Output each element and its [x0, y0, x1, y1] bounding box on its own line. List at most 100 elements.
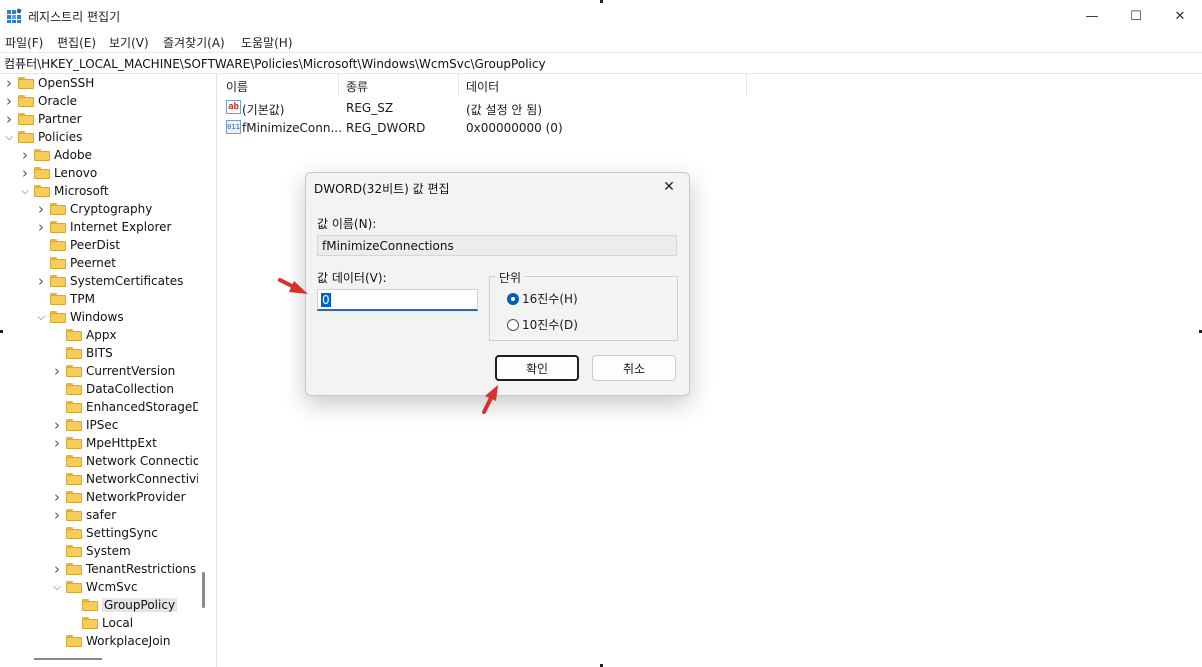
- tree-item[interactable]: › SystemCertificates: [36, 272, 183, 290]
- chevron-right-icon[interactable]: ›: [52, 506, 62, 524]
- folder-icon: [66, 401, 82, 413]
- tree-item[interactable]: Network Connection: [52, 452, 208, 470]
- tree-item[interactable]: ⌵ Windows: [36, 308, 123, 326]
- tree-item[interactable]: Appx: [52, 326, 117, 344]
- tree-item[interactable]: BITS: [52, 344, 113, 362]
- tree-item[interactable]: GroupPolicy: [68, 596, 178, 614]
- chevron-down-icon[interactable]: ⌵: [36, 308, 46, 326]
- menu-view[interactable]: 보기(V): [109, 34, 149, 51]
- tree-item-label: Peernet: [70, 256, 116, 270]
- value-data-input[interactable]: 0: [317, 289, 478, 311]
- tree-item[interactable]: ⌵ WcmSvc: [52, 578, 137, 596]
- folder-icon: [50, 275, 66, 287]
- tree-item[interactable]: WorkplaceJoin: [52, 632, 171, 650]
- folder-icon: [66, 437, 82, 449]
- tree-item[interactable]: Peernet: [36, 254, 116, 272]
- column-separator[interactable]: [458, 74, 459, 96]
- tree-item[interactable]: › MpeHttpExt: [52, 434, 157, 452]
- chevron-right-icon[interactable]: ›: [36, 218, 46, 236]
- tree-item[interactable]: › CurrentVersion: [52, 362, 175, 380]
- tree-item[interactable]: › Internet Explorer: [36, 218, 171, 236]
- chevron-right-icon[interactable]: ›: [52, 560, 62, 578]
- maximize-button[interactable]: ☐: [1114, 0, 1158, 32]
- tree-item[interactable]: › TenantRestrictions: [52, 560, 196, 578]
- address-bar[interactable]: 컴퓨터\HKEY_LOCAL_MACHINE\SOFTWARE\Policies…: [0, 52, 1202, 74]
- column-header-data[interactable]: 데이터: [466, 78, 499, 95]
- registry-editor-window: 레지스트리 편집기 — ☐ ✕ 파일(F) 편집(E) 보기(V) 즐겨찾기(A…: [0, 0, 1202, 667]
- chevron-down-icon[interactable]: ⌵: [52, 578, 62, 596]
- tree-item[interactable]: › NetworkProvider: [52, 488, 186, 506]
- tree-item[interactable]: System: [52, 542, 131, 560]
- folder-icon: [18, 95, 34, 107]
- menu-file[interactable]: 파일(F): [5, 34, 43, 51]
- folder-icon: [66, 491, 82, 503]
- folder-icon: [50, 239, 66, 251]
- column-separator[interactable]: [746, 74, 747, 96]
- column-separator[interactable]: [338, 74, 339, 96]
- tree-scrollbar[interactable]: [198, 74, 212, 667]
- value-type: REG_DWORD: [346, 121, 426, 135]
- chevron-down-icon[interactable]: ⌵: [4, 128, 14, 146]
- tree-item[interactable]: › Lenovo: [20, 164, 97, 182]
- tree-item[interactable]: › safer: [52, 506, 116, 524]
- tree-item[interactable]: › OpenSSH: [4, 74, 94, 92]
- tree-item[interactable]: › Cryptography: [36, 200, 152, 218]
- chevron-right-icon[interactable]: ›: [52, 416, 62, 434]
- tree-item-label: BITS: [86, 346, 113, 360]
- close-button[interactable]: ✕: [1158, 0, 1202, 32]
- tree-item[interactable]: › Oracle: [4, 92, 77, 110]
- tree-item[interactable]: TPM: [36, 290, 95, 308]
- chevron-right-icon[interactable]: ›: [4, 92, 14, 110]
- menu-favorites[interactable]: 즐겨찾기(A): [163, 34, 225, 51]
- tree-item-label: MpeHttpExt: [86, 436, 157, 450]
- title-bar: 레지스트리 편집기 — ☐ ✕: [0, 0, 1202, 32]
- tree-item[interactable]: › Partner: [4, 110, 82, 128]
- chevron-right-icon[interactable]: ›: [20, 164, 30, 182]
- menu-edit[interactable]: 편집(E): [57, 34, 96, 51]
- dialog-close-button[interactable]: ✕: [655, 175, 683, 199]
- tree-item[interactable]: EnhancedStorageDe: [52, 398, 209, 416]
- chevron-right-icon[interactable]: ›: [4, 110, 14, 128]
- folder-icon: [82, 599, 98, 611]
- tree-item[interactable]: DataCollection: [52, 380, 174, 398]
- chevron-right-icon[interactable]: ›: [36, 272, 46, 290]
- column-header-name[interactable]: 이름: [226, 78, 248, 95]
- tree-item[interactable]: ⌵ Microsoft: [20, 182, 108, 200]
- pane-splitter[interactable]: [216, 74, 217, 667]
- list-item[interactable]: ab (기본값) REG_SZ (값 설정 안 됨): [218, 98, 818, 118]
- chevron-right-icon[interactable]: ›: [20, 146, 30, 164]
- string-value-icon: ab: [226, 100, 241, 114]
- tree-item[interactable]: › Adobe: [20, 146, 92, 164]
- tree-item[interactable]: › IPSec: [52, 416, 118, 434]
- ok-button[interactable]: 확인: [495, 355, 579, 381]
- tree-item[interactable]: PeerDist: [36, 236, 120, 254]
- radio-decimal[interactable]: 10진수(D): [507, 316, 578, 333]
- radio-hexadecimal[interactable]: 16진수(H): [507, 290, 578, 307]
- chevron-right-icon[interactable]: ›: [52, 434, 62, 452]
- menu-help[interactable]: 도움말(H): [241, 34, 293, 51]
- chevron-right-icon[interactable]: ›: [4, 74, 14, 92]
- chevron-down-icon[interactable]: ⌵: [20, 182, 30, 200]
- chevron-right-icon[interactable]: ›: [36, 200, 46, 218]
- minimize-button[interactable]: —: [1070, 0, 1114, 32]
- tree-item[interactable]: Local: [68, 614, 133, 632]
- chevron-right-icon[interactable]: ›: [52, 488, 62, 506]
- tree-item-label: WorkplaceJoin: [86, 634, 171, 648]
- list-item[interactable]: 011 fMinimizeConn... REG_DWORD 0x0000000…: [218, 118, 818, 138]
- value-type: REG_SZ: [346, 101, 394, 115]
- tree-item-label: TPM: [70, 292, 95, 306]
- column-header-type[interactable]: 종류: [346, 78, 368, 95]
- tree-item[interactable]: ⌵ Policies: [4, 128, 82, 146]
- tree-item[interactable]: NetworkConnectivity: [52, 470, 211, 488]
- tree-horizontal-scrollbar-thumb[interactable]: [34, 658, 102, 660]
- cancel-button[interactable]: 취소: [592, 355, 676, 381]
- tree-item[interactable]: SettingSync: [52, 524, 158, 542]
- tree-scrollbar-thumb[interactable]: [202, 572, 205, 608]
- folder-icon: [66, 635, 82, 647]
- dialog-title: DWORD(32비트) 값 편집: [314, 182, 450, 196]
- chevron-right-icon[interactable]: ›: [52, 362, 62, 380]
- folder-icon: [66, 455, 82, 467]
- address-path[interactable]: 컴퓨터\HKEY_LOCAL_MACHINE\SOFTWARE\Policies…: [4, 55, 546, 72]
